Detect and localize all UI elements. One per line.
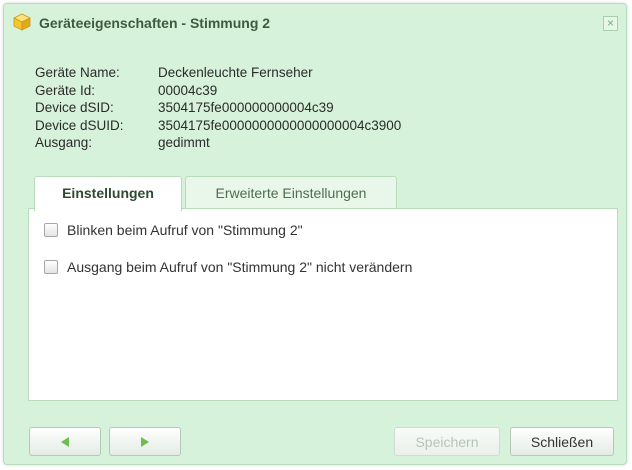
close-button-label: Schließen [530,434,594,450]
info-row-output: Ausgang: gedimmt [35,134,401,152]
option-label: Ausgang beim Aufruf von "Stimmung 2" nic… [67,259,413,275]
prev-button[interactable] [29,427,101,456]
device-properties-dialog: Geräteeigenschaften - Stimmung 2 × Gerät… [3,3,627,465]
tab-einstellungen[interactable]: Einstellungen [34,176,182,211]
blink-checkbox[interactable] [44,223,58,237]
tab-label: Erweiterte Einstellungen [215,185,367,201]
info-value: Deckenleuchte Fernseher [158,65,313,80]
close-button[interactable]: Schließen [510,427,614,456]
info-value: 3504175fe000000000004c39 [158,100,334,115]
cube-icon [13,13,31,31]
info-label: Geräte Id: [35,82,96,98]
info-value: 3504175fe0000000000000000004c3900 [158,117,402,133]
info-label: Device dSUID: [35,117,124,133]
option-blink[interactable]: Blinken beim Aufruf von "Stimmung 2" [44,222,303,238]
dialog-titlebar[interactable]: Geräteeigenschaften - Stimmung 2 × [4,4,626,40]
keep-output-checkbox[interactable] [44,260,58,274]
tab-erweiterte-einstellungen[interactable]: Erweiterte Einstellungen [185,176,397,209]
info-row-device-id: Geräte Id: 00004c39 [35,82,401,100]
option-keep-output[interactable]: Ausgang beim Aufruf von "Stimmung 2" nic… [44,259,412,275]
arrow-left-icon [61,437,69,447]
dialog-title: Geräteeigenschaften - Stimmung 2 [39,15,271,31]
info-value: 00004c39 [158,82,218,98]
info-row-dsid: Device dSID: 3504175fe000000000004c39 [35,99,401,117]
save-button-label: Speichern [415,434,479,450]
info-row-dsuid: Device dSUID: 3504175fe00000000000000000… [35,117,401,135]
info-label: Ausgang: [35,135,93,150]
info-row-device-name: Geräte Name: Deckenleuchte Fernseher [35,64,401,82]
arrow-right-icon [141,437,149,447]
info-label: Geräte Name: [35,65,120,80]
info-label: Device dSID: [35,100,114,115]
option-label: Blinken beim Aufruf von "Stimmung 2" [67,222,303,238]
save-button[interactable]: Speichern [394,427,500,456]
device-info: Geräte Name: Deckenleuchte Fernseher Ger… [35,64,401,152]
close-icon[interactable]: × [603,16,618,31]
tab-label: Einstellungen [62,185,154,201]
next-button[interactable] [109,427,181,456]
info-value: gedimmt [158,135,210,150]
settings-panel: Blinken beim Aufruf von "Stimmung 2" Aus… [28,208,618,401]
